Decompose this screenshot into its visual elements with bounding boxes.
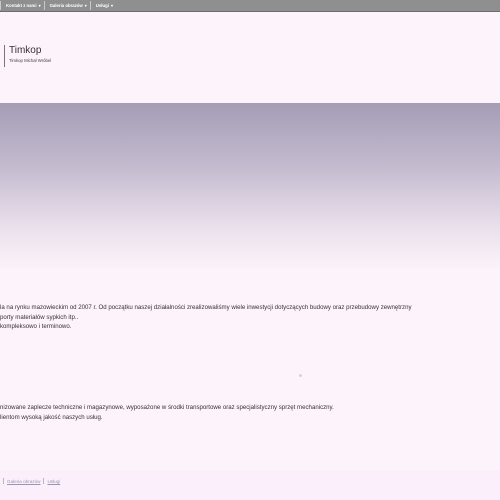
footer-area xyxy=(0,470,500,500)
nav-item-uslugi[interactable]: Usługi ▾ xyxy=(93,3,116,8)
nav-item-galeria[interactable]: Galeria obrazów ▾ xyxy=(47,3,90,8)
nav-item-label: Kontakt z nami xyxy=(6,3,37,8)
footer-links: Galeria obrazów Usługi xyxy=(0,476,60,486)
footer-divider xyxy=(43,478,45,484)
footer-link-uslugi[interactable]: Usługi xyxy=(47,479,60,484)
nav-item-kontakt[interactable]: Kontakt z nami ▾ xyxy=(3,3,44,8)
text-line: la na rynku mazowieckim od 2007 r. Od po… xyxy=(0,304,412,311)
site-subtitle: Timkop Michał Wróbel xyxy=(9,58,52,63)
slider-dot[interactable] xyxy=(299,374,302,377)
text-line: kompleksowo i terminowo. xyxy=(0,323,72,330)
text-line: porty materiałów sypkich itp.. xyxy=(0,313,79,321)
nav-divider xyxy=(89,1,91,10)
site-title[interactable]: Timkop xyxy=(9,45,51,57)
footer-divider xyxy=(3,478,4,484)
text-line: nizowane zaplecze techniczne i magazynow… xyxy=(0,404,334,411)
nav-item-label: Galeria obrazów xyxy=(49,3,83,8)
nav-divider xyxy=(0,1,1,10)
chevron-down-icon: ▾ xyxy=(110,3,113,8)
content-paragraph-1: la na rynku mazowieckim od 2007 r. Od po… xyxy=(0,303,412,332)
nav-divider xyxy=(43,1,45,10)
footer-link-galeria[interactable]: Galeria obrazów xyxy=(7,479,40,484)
chevron-down-icon: ▾ xyxy=(84,3,87,8)
nav-item-label: Usługi xyxy=(95,3,109,8)
top-navigation-bar: Kontakt z nami ▾ Galeria obrazów ▾ Usług… xyxy=(0,0,500,12)
chevron-down-icon: ▾ xyxy=(38,3,41,8)
text-line: lientom wysoką jakość naszych usług. xyxy=(0,413,103,421)
site-header: Timkop Timkop Michał Wróbel xyxy=(4,45,51,67)
hero-banner xyxy=(0,103,500,268)
content-paragraph-2: nizowane zaplecze techniczne i magazynow… xyxy=(0,403,334,422)
